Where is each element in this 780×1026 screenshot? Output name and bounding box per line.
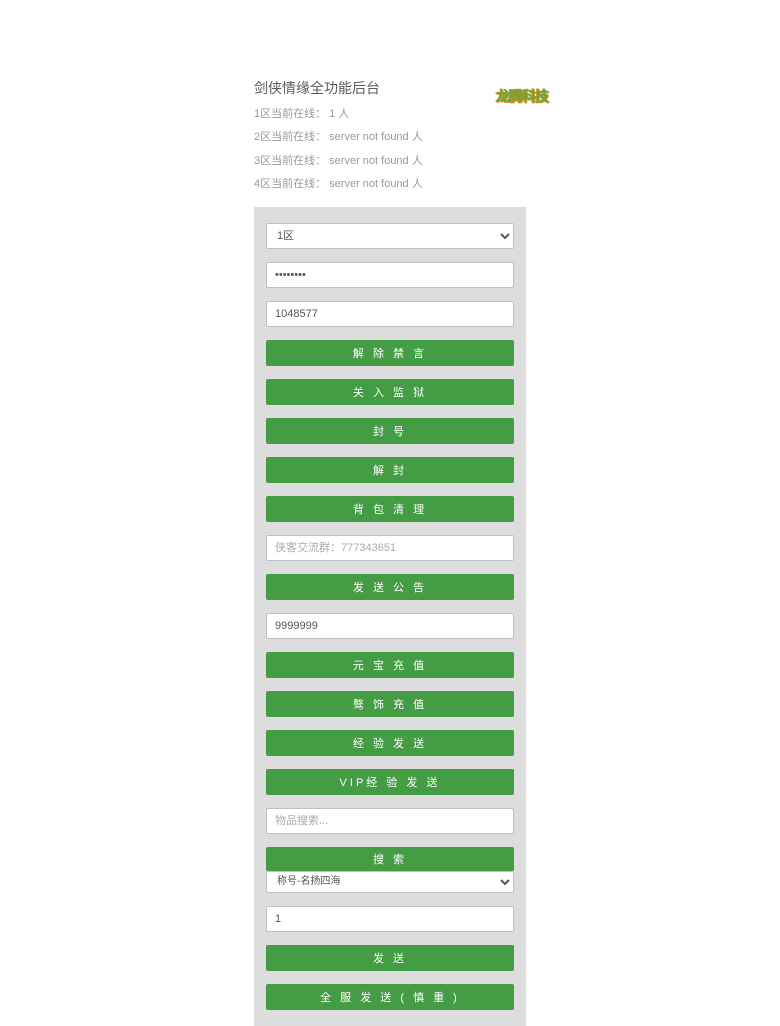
zone-4-status: 4区当前在线： server not found 人 bbox=[254, 177, 526, 192]
message-input[interactable] bbox=[266, 535, 514, 561]
send-button[interactable]: 发 送 bbox=[266, 945, 514, 971]
ban-account-button[interactable]: 封 号 bbox=[266, 418, 514, 444]
quantity-input[interactable] bbox=[266, 906, 514, 932]
jail-button[interactable]: 关 入 监 狱 bbox=[266, 379, 514, 405]
item-search-input[interactable] bbox=[266, 808, 514, 834]
clear-bag-button[interactable]: 背 包 清 理 bbox=[266, 496, 514, 522]
zone-3-status: 3区当前在线： server not found 人 bbox=[254, 154, 526, 169]
recharge-zhuangshi-button[interactable]: 骜 饰 充 值 bbox=[266, 691, 514, 717]
password-input[interactable] bbox=[266, 262, 514, 288]
logo-text: 龙腾科技 bbox=[496, 86, 548, 106]
send-all-button[interactable]: 全 服 发 送 ( 慎 重 ) bbox=[266, 984, 514, 1010]
send-exp-button[interactable]: 经 验 发 送 bbox=[266, 730, 514, 756]
zone-2-status: 2区当前在线： server not found 人 bbox=[254, 130, 526, 145]
unban-speech-button[interactable]: 解 除 禁 言 bbox=[266, 340, 514, 366]
search-button[interactable]: 搜 索 bbox=[266, 847, 514, 871]
item-select[interactable]: 称号-名扬四海 bbox=[266, 871, 514, 893]
send-notice-button[interactable]: 发 送 公 告 bbox=[266, 574, 514, 600]
page-title: 剑侠情缘全功能后台 bbox=[254, 78, 526, 98]
admin-panel: 1区 解 除 禁 言 关 入 监 狱 封 号 解 封 背 包 清 理 发 送 公… bbox=[254, 207, 526, 1026]
recharge-yuanbao-button[interactable]: 元 宝 充 值 bbox=[266, 652, 514, 678]
zone-1-status: 1区当前在线： 1 人 bbox=[254, 107, 526, 122]
account-input[interactable] bbox=[266, 301, 514, 327]
zone-select[interactable]: 1区 bbox=[266, 223, 514, 249]
send-vip-exp-button[interactable]: VIP经 验 发 送 bbox=[266, 769, 514, 795]
amount-input[interactable] bbox=[266, 613, 514, 639]
unseal-button[interactable]: 解 封 bbox=[266, 457, 514, 483]
